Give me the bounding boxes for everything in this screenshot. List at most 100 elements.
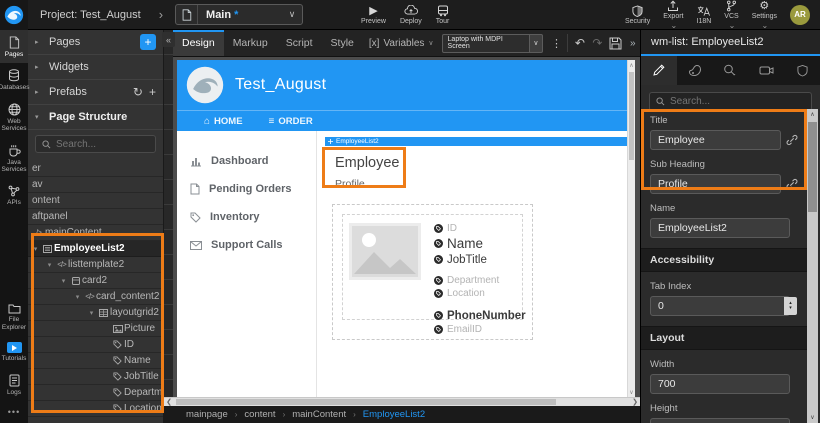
tree-item-name[interactable]: Name [28,353,163,369]
page-selector-dropdown[interactable]: Main * ∨ [175,4,303,25]
redo-button[interactable]: ↷ [589,30,606,56]
tree-item-header[interactable]: er [28,161,163,177]
field-jobtitle[interactable]: JobTitle [434,252,526,267]
export-button[interactable]: Export [663,0,683,30]
prefabs-accordion[interactable]: ▸ Prefabs ↻ + [28,80,163,105]
list-item-card[interactable]: ID Name JobTitle [342,214,523,320]
tree-item-department[interactable]: Department [28,385,163,401]
add-page-button[interactable]: + [140,34,156,50]
deploy-button[interactable]: Deploy [400,4,422,25]
structure-search-input[interactable] [56,139,149,150]
sidebar-item-databases[interactable]: Databases [0,63,28,96]
scroll-up-icon[interactable]: ∧ [807,109,818,120]
nav-item-home[interactable]: ⌂ HOME [204,116,243,127]
canvas-vertical-scrollbar[interactable]: ∧ ∨ [627,60,635,397]
picture-placeholder[interactable] [349,223,421,280]
selected-widget-tag[interactable]: EmployeeList2 [325,137,627,146]
sidebar-item-file-explorer[interactable]: File Explorer [0,297,28,336]
height-input[interactable] [650,418,790,423]
scroll-left-icon[interactable]: ❮ [164,398,174,406]
tree-item-employeelist2[interactable]: EmployeeList2 [28,241,163,257]
tree-item-maincontent[interactable]: /> mainContent [28,225,163,241]
tour-button[interactable]: Tour [436,4,450,25]
more-options-button[interactable]: ••• [8,401,20,423]
field-phonenumber[interactable]: PhoneNumber [434,308,526,323]
tree-item-location[interactable]: Location [28,401,163,417]
chevron-down-icon[interactable] [72,293,83,301]
expand-toolbar-button[interactable]: » [625,30,640,56]
bind-link-icon[interactable] [786,134,798,146]
chevron-down-icon[interactable] [86,309,97,317]
field-name[interactable]: Name [434,235,526,252]
breadcrumb-maincontent[interactable]: mainContent [292,409,346,420]
sidebar-item-web-services[interactable]: Web Services [0,97,28,138]
preview-button[interactable]: ▶ Preview [361,4,386,25]
tab-style[interactable]: Style [322,30,363,56]
scrollbar-thumb[interactable] [176,399,556,405]
tree-item-content[interactable]: ontent [28,193,163,209]
sidebar-item-logs[interactable]: Logs [0,368,28,401]
tab-script[interactable]: Script [277,30,322,56]
settings-button[interactable]: ⚙ Settings [752,0,777,30]
field-id[interactable]: ID [434,222,526,235]
tab-security[interactable] [784,56,820,85]
tree-item-picture[interactable]: Picture [28,321,163,337]
menu-item-support-calls[interactable]: Support Calls [177,231,316,259]
list-title[interactable]: Employee [325,146,627,171]
list-item-template[interactable]: ID Name JobTitle [332,204,533,340]
scroll-up-icon[interactable]: ∧ [628,60,635,70]
section-layout[interactable]: Layout [641,326,807,350]
save-button[interactable] [606,30,625,56]
sidebar-item-tutorials[interactable]: Tutorials [0,336,28,367]
chevron-down-icon[interactable] [30,245,41,253]
sidebar-item-java-services[interactable]: Java Services [0,138,28,179]
field-location[interactable]: Location [434,287,526,300]
device-selector-dropdown[interactable]: Laptop with MDPI Screen ∨ [442,34,543,53]
properties-search-input[interactable] [670,96,805,107]
tab-device[interactable] [748,56,784,85]
scrollbar-thumb[interactable] [808,122,817,212]
page-structure-accordion[interactable]: ▾ Page Structure [28,105,163,130]
nav-item-order[interactable]: ≡ ORDER [269,116,313,127]
add-prefab-button[interactable]: + [149,85,156,99]
scrollbar-thumb[interactable] [629,72,634,160]
title-input[interactable] [650,130,781,150]
width-input[interactable] [650,374,790,394]
pages-accordion[interactable]: ▸ Pages + [28,30,163,55]
tree-item-leftpanel[interactable]: aftpanel [28,209,163,225]
tabindex-input[interactable] [650,296,790,316]
tree-item-nav[interactable]: av [28,177,163,193]
menu-item-pending-orders[interactable]: Pending Orders [177,175,316,203]
bind-link-icon[interactable] [786,178,798,190]
scroll-down-icon[interactable]: ∨ [807,412,818,423]
tree-item-jobtitle[interactable]: JobTitle [28,369,163,385]
chevron-down-icon[interactable] [58,277,69,285]
tab-events[interactable] [713,56,749,85]
scroll-right-icon[interactable]: ❯ [630,398,640,406]
widgets-accordion[interactable]: ▸ Widgets [28,55,163,80]
breadcrumb-employeelist2[interactable]: EmployeeList2 [363,409,425,420]
collapse-left-panel-button[interactable]: « [162,32,175,47]
stepper-arrows-icon[interactable]: ▴▾ [784,297,797,315]
field-department[interactable]: Department [434,274,526,287]
inspector-scrollbar[interactable]: ∧ ∨ [807,109,818,423]
menu-item-dashboard[interactable]: Dashboard [177,147,316,175]
sidebar-item-pages[interactable]: Pages [0,30,28,63]
field-emailid[interactable]: EmailID [434,323,526,336]
subheading-input[interactable] [650,174,781,194]
breadcrumb-content[interactable]: content [244,409,275,420]
wavemaker-logo-icon[interactable] [0,0,28,30]
vcs-button[interactable]: VCS [724,0,738,30]
canvas-horizontal-scrollbar[interactable]: ❮ ❯ [164,397,640,406]
chevron-down-icon[interactable] [44,261,55,269]
section-accessibility[interactable]: Accessibility [641,248,807,272]
tree-item-listtemplate2[interactable]: </> listtemplate2 [28,257,163,273]
tab-properties[interactable] [641,56,677,85]
tab-styles[interactable] [677,56,713,85]
user-avatar[interactable]: AR [790,5,810,25]
undo-button[interactable]: ↶ [571,30,588,56]
i18n-button[interactable]: I18N [697,4,712,25]
security-button[interactable]: Security [625,4,650,25]
refresh-icon[interactable]: ↻ [133,85,143,99]
name-input[interactable] [650,218,790,238]
